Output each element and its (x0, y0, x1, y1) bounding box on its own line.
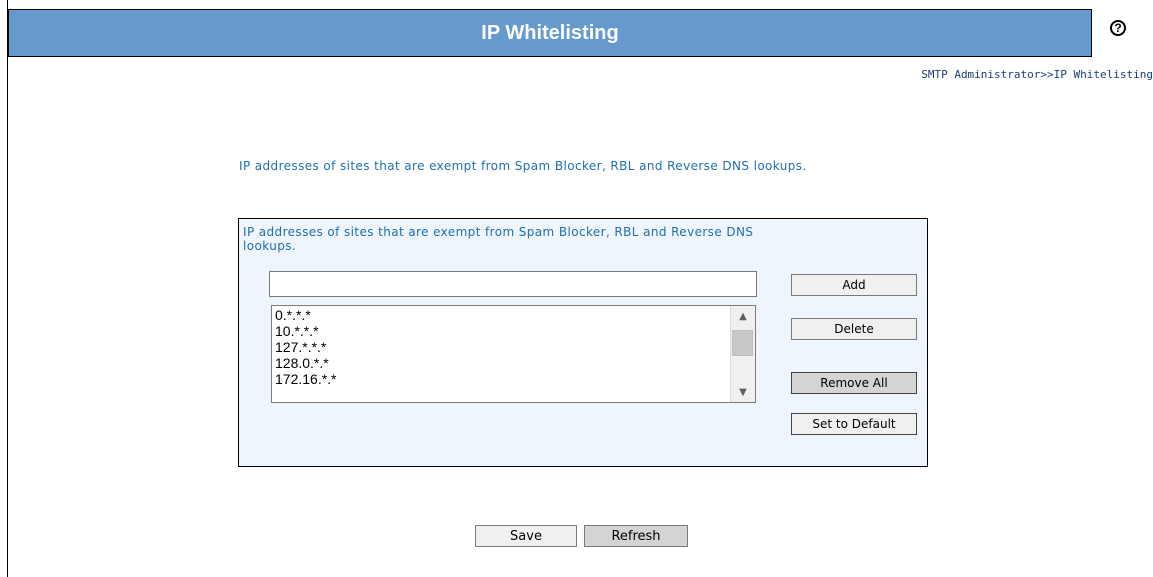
list-item[interactable]: 0.*.*.* (275, 307, 337, 323)
remove-all-button[interactable]: Remove All (791, 372, 917, 394)
page-description: IP addresses of sites that are exempt fr… (239, 159, 807, 173)
list-scrollbar[interactable]: ▲ ▼ (730, 306, 755, 402)
scroll-up-icon[interactable]: ▲ (731, 306, 755, 326)
list-item[interactable]: 172.16.*.* (275, 371, 337, 387)
ip-address-list[interactable]: 0.*.*.* 10.*.*.* 127.*.*.* 128.0.*.* 172… (271, 305, 756, 403)
list-item[interactable]: 10.*.*.* (275, 323, 337, 339)
breadcrumb: SMTP Administrator>>IP Whitelisting (921, 68, 1153, 81)
title-bar: IP Whitelisting (8, 9, 1092, 57)
refresh-button[interactable]: Refresh (584, 525, 688, 547)
panel-description: IP addresses of sites that are exempt fr… (243, 225, 754, 253)
whitelist-panel: IP addresses of sites that are exempt fr… (238, 218, 928, 467)
ip-address-input[interactable] (269, 271, 757, 297)
save-button[interactable]: Save (475, 525, 577, 547)
ip-list-items: 0.*.*.* 10.*.*.* 127.*.*.* 128.0.*.* 172… (275, 307, 337, 387)
list-item[interactable]: 127.*.*.* (275, 339, 337, 355)
list-item[interactable]: 128.0.*.* (275, 355, 337, 371)
set-to-default-button[interactable]: Set to Default (791, 413, 917, 435)
add-button[interactable]: Add (791, 274, 917, 296)
delete-button[interactable]: Delete (791, 318, 917, 340)
help-icon[interactable]: ? (1110, 20, 1126, 36)
page-title: IP Whitelisting (481, 21, 619, 44)
scroll-down-icon[interactable]: ▼ (731, 382, 755, 402)
scroll-thumb[interactable] (732, 330, 753, 356)
page-left-border (7, 0, 8, 577)
